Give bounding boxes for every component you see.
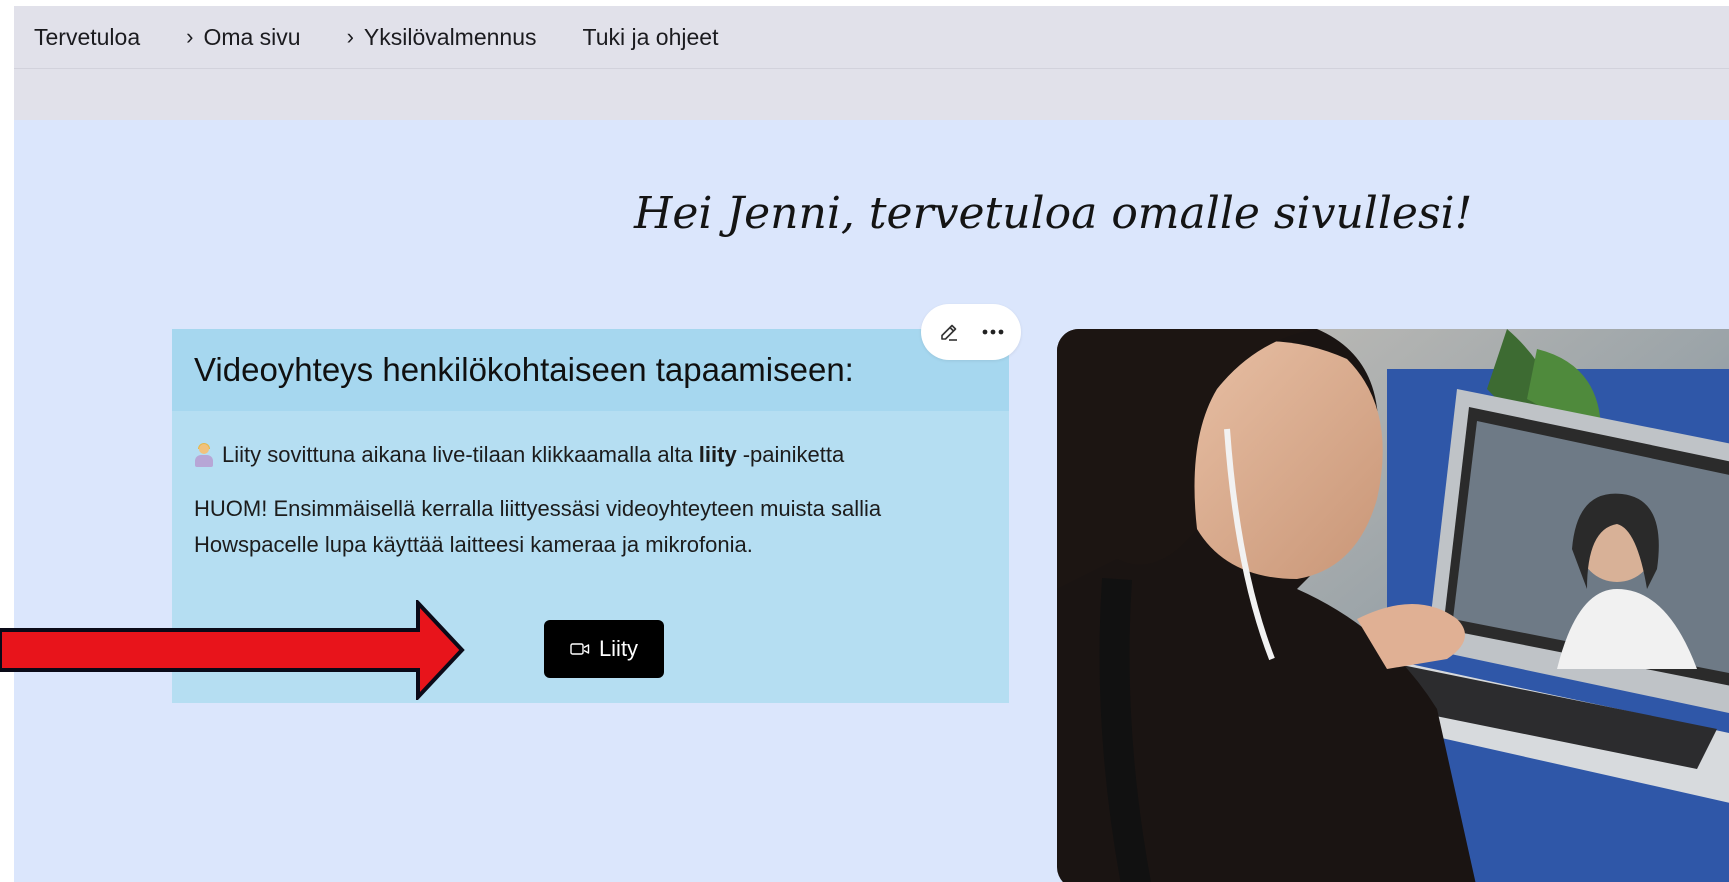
- person-at-laptop-emoji-icon: [194, 443, 214, 467]
- nav-oma-sivu[interactable]: › Oma sivu: [186, 24, 300, 51]
- edit-icon[interactable]: [938, 321, 960, 343]
- page-greeting: Hei Jenni, tervetuloa omalle sivullesi!: [634, 188, 1473, 239]
- join-button-label: Liity: [598, 636, 639, 661]
- permission-note: HUOM! Ensimmäisellä kerralla liittyessäs…: [194, 496, 882, 557]
- video-call-photo: [1057, 329, 1729, 882]
- nav-label: Oma sivu: [203, 23, 301, 50]
- nav-yksilovalmennus[interactable]: › Yksilövalmennus: [347, 24, 537, 51]
- page-frame: Tervetuloa › Oma sivu › Yksilövalmennus …: [14, 6, 1729, 882]
- video-camera-icon: [570, 642, 590, 656]
- sub-header-bar: [14, 69, 1729, 120]
- nav-tuki-ja-ohjeet[interactable]: Tuki ja ohjeet: [583, 24, 719, 51]
- card-body: Liity sovittuna aikana live-tilaan klikk…: [172, 411, 1009, 563]
- more-icon[interactable]: [982, 328, 1004, 336]
- nav-label: Tervetuloa: [34, 23, 141, 50]
- instruction-text: Liity sovittuna aikana live-tilaan klikk…: [222, 442, 693, 467]
- breadcrumb-nav: Tervetuloa › Oma sivu › Yksilövalmennus …: [14, 6, 1729, 69]
- join-instruction: Liity sovittuna aikana live-tilaan klikk…: [194, 437, 987, 473]
- chevron-right-icon: ›: [186, 24, 194, 49]
- nav-label: Tuki ja ohjeet: [582, 23, 719, 50]
- card-toolbar: [921, 304, 1021, 360]
- card-title: Videoyhteys henkilökohtaiseen tapaamisee…: [194, 351, 854, 388]
- nav-tervetuloa[interactable]: Tervetuloa: [34, 24, 140, 51]
- instruction-bold: liity: [698, 442, 737, 467]
- chevron-right-icon: ›: [346, 24, 354, 49]
- annotation-arrow-icon: [0, 600, 465, 700]
- join-button[interactable]: Liity: [544, 620, 664, 678]
- instruction-suffix: -painiketta: [742, 442, 845, 467]
- card-header: Videoyhteys henkilökohtaiseen tapaamisee…: [172, 329, 1009, 411]
- nav-label: Yksilövalmennus: [363, 23, 537, 50]
